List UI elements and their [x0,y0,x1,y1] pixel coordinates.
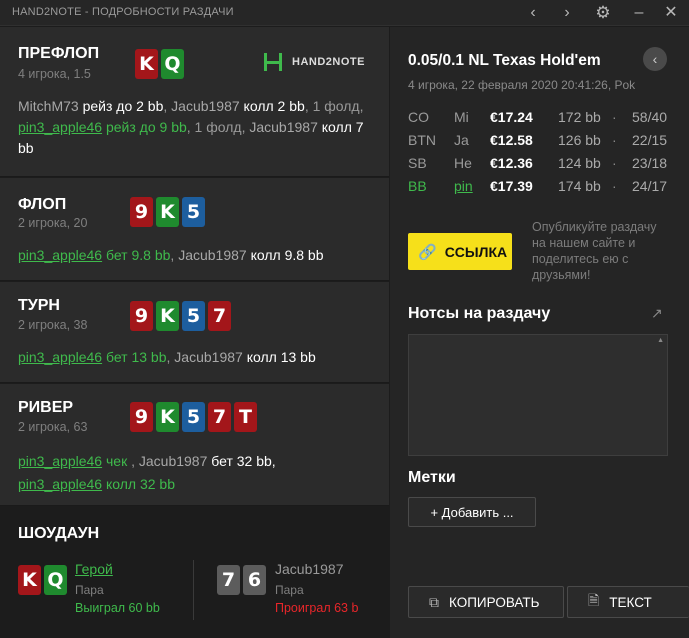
chevron-left-icon[interactable]: ‹ [521,2,545,24]
street-name: ТУРН [18,297,60,314]
hero-link[interactable]: pin3_apple46 [18,453,102,469]
chevron-left-icon: ‹ [652,51,658,67]
card: 9 [130,301,153,331]
card: 7 [217,565,240,595]
game-subtitle: 4 игрока, 22 февраля 2020 20:41:26, Pok [408,78,636,92]
board-cards: 9 K 5 [130,197,205,227]
player-row[interactable]: SB Не €12.36 124 bb · 23/18 [408,153,689,176]
text-button[interactable]: 🗎 ТЕКСТ [567,586,689,618]
card: T [234,402,257,432]
street-name: ФЛОП [18,196,67,213]
hero-result: Выиграл 60 bb [75,601,160,615]
street-flop: ФЛОП 2 игрока, 20 9 K 5 pin3_apple46 бет… [0,178,389,281]
text-label: ТЕКСТ [609,594,652,610]
card: 9 [130,197,153,227]
villain-cards: 7 6 [217,565,266,595]
share-link-button[interactable]: 🔗 ССЫЛКА [408,233,512,270]
hand2note-logo: HAND2NOTE [262,51,365,73]
player-link[interactable]: Jacub1987 [171,98,240,114]
link-icon: 🔗 [418,243,437,261]
player-row[interactable]: CO Mi €17.24 172 bb · 58/40 [408,107,689,130]
showdown-title: ШОУДАУН [18,525,100,542]
hero-name-link[interactable]: Герой [75,561,113,577]
card: K [156,402,179,432]
player-link[interactable]: MitchM73 [18,98,79,114]
chevron-right-icon[interactable]: › [555,2,579,24]
river-actions: pin3_apple46 чек , Jacub1987 бет 32 bb, p… [18,453,276,492]
street-turn: ТУРН 2 игрока, 38 9 K 5 7 pin3_apple46 б… [0,282,389,383]
card: 9 [130,402,153,432]
player-link[interactable]: Jacub1987 [178,247,247,263]
hero-link[interactable]: pin3_apple46 [18,247,102,263]
notes-textarea[interactable]: ▲ [408,334,668,456]
street-river: РИВЕР 2 игрока, 63 9 K 5 7 T pin3_apple4… [0,384,389,506]
street-sub: 2 игрока, 63 [18,420,88,434]
player-link[interactable]: Jacub1987 [174,349,243,365]
hero-cards: K Q [18,565,67,595]
window-title: HAND2NOTE - ПОДРОБНОСТИ РАЗДАЧИ [12,6,234,18]
share-description: Опубликуйте раздачу на нашем сайте и под… [532,220,657,282]
villain-name-link[interactable]: Jacub1987 [275,561,344,577]
card: K [18,565,41,595]
card: 6 [243,565,266,595]
card: 5 [182,301,205,331]
street-sub: 2 игрока, 38 [18,318,88,332]
hero-link[interactable]: pin3_apple46 [18,119,102,135]
logo-mark-icon [264,53,282,71]
game-title: 0.05/0.1 NL Texas Hold'em [408,52,601,69]
card: K [156,301,179,331]
street-sub: 4 игрока, 1.5 [18,67,91,81]
title-bar: HAND2NOTE - ПОДРОБНОСТИ РАЗДАЧИ ‹ › ⚙ – … [0,0,689,26]
villain-hand: Пара [275,583,304,597]
copy-label: КОПИРОВАТЬ [449,594,540,610]
player-row[interactable]: BTN Ja €12.58 126 bb · 22/15 [408,130,689,153]
board-cards: 9 K 5 7 T [130,402,257,432]
card: K [135,49,158,79]
share-link-label: ССЫЛКА [444,243,508,260]
card: 5 [182,402,205,432]
streets-panel: ПРЕФЛОП 4 игрока, 1.5 K Q HAND2NOTE Mitc… [0,27,389,638]
card: Q [44,565,67,595]
player-link[interactable]: Jacub1987 [139,453,208,469]
hero-link[interactable]: pin3_apple46 [18,476,102,492]
card: 5 [182,197,205,227]
tags-title: Метки [408,469,456,486]
showdown-section: ШОУДАУН K Q Герой Пара Выиграл 60 bb 7 6… [0,507,389,638]
card: 7 [208,301,231,331]
divider [193,560,194,620]
street-sub: 2 игрока, 20 [18,216,88,230]
turn-actions: pin3_apple46 бет 13 bb, Jacub1987 колл 1… [18,349,316,365]
gear-icon[interactable]: ⚙ [591,2,615,24]
external-link-icon[interactable]: ↗ [651,305,663,322]
card: 7 [208,402,231,432]
details-panel: 0.05/0.1 NL Texas Hold'em ‹ 4 игрока, 22… [390,27,689,638]
players-table: CO Mi €17.24 172 bb · 58/40 BTN Ja €12.5… [408,107,689,199]
flop-actions: pin3_apple46 бет 9.8 bb, Jacub1987 колл … [18,247,324,263]
document-icon: 🗎 [588,592,600,608]
street-preflop: ПРЕФЛОП 4 игрока, 1.5 K Q HAND2NOTE Mitc… [0,27,389,177]
hero-link[interactable]: pin3_apple46 [18,349,102,365]
add-tag-button[interactable]: + Добавить ... [408,497,536,527]
card: Q [161,49,184,79]
preflop-actions: MitchM73 рейз до 2 bb, Jacub1987 колл 2 … [18,98,364,156]
collapse-button[interactable]: ‹ [643,47,667,71]
card: K [156,197,179,227]
notes-title: Нотсы на раздачу [408,305,551,322]
villain-result: Проиграл 63 b [275,601,359,615]
copy-icon: ⧉ [429,593,439,610]
hero-hand: Пара [75,583,104,597]
street-name: ПРЕФЛОП [18,45,100,62]
player-row-hero[interactable]: BB pin €17.39 174 bb · 24/17 [408,176,689,199]
copy-button[interactable]: ⧉ КОПИРОВАТЬ [408,586,564,618]
logo-text: HAND2NOTE [292,56,365,68]
board-cards: 9 K 5 7 [130,301,231,331]
player-link[interactable]: Jacub1987 [249,119,318,135]
street-name: РИВЕР [18,399,74,416]
minimize-icon[interactable]: – [627,2,651,24]
close-icon[interactable]: ✕ [659,2,683,24]
board-cards: K Q [135,49,184,79]
resize-grip-icon[interactable]: ▲ [657,337,664,344]
